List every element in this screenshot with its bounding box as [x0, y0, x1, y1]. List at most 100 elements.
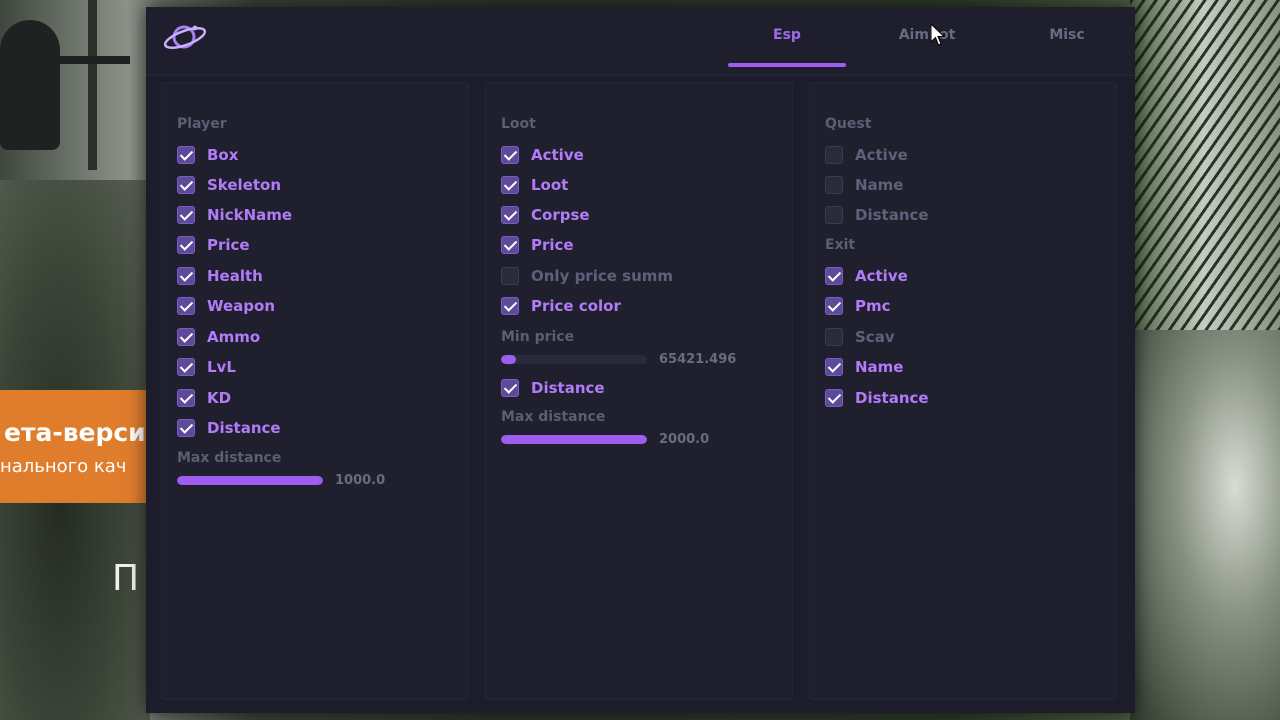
checkbox[interactable]	[501, 236, 519, 254]
checkbox[interactable]	[177, 389, 195, 407]
slider-track[interactable]	[501, 434, 647, 444]
checkbox-label: Active	[855, 267, 908, 285]
slider-track[interactable]	[501, 354, 647, 364]
planet-ring-icon	[163, 25, 207, 49]
background-blur-right	[1130, 330, 1280, 720]
checkbox-row-only-price-summ[interactable]: Only price summ	[501, 265, 673, 287]
checkbox-row-exit-distance[interactable]: Distance	[825, 387, 929, 409]
slider-label-max-distance: Max distance	[177, 450, 282, 466]
checkbox-label: Price	[207, 236, 250, 254]
checkbox-row-corpse[interactable]: Corpse	[501, 204, 590, 226]
checkbox[interactable]	[825, 389, 843, 407]
checkbox-row-exit-pmc[interactable]: Pmc	[825, 295, 891, 317]
checkbox[interactable]	[501, 297, 519, 315]
checkbox-label: Pmc	[855, 297, 891, 315]
checkbox-label: Price color	[531, 297, 621, 315]
checkbox[interactable]	[177, 358, 195, 376]
checkbox[interactable]	[177, 176, 195, 194]
slider-track[interactable]	[177, 475, 323, 485]
checkbox-row-distance[interactable]: Distance	[177, 417, 281, 439]
checkbox-label: LvL	[207, 358, 236, 376]
checkbox-label: Weapon	[207, 297, 276, 315]
checkbox[interactable]	[825, 328, 843, 346]
slider-label-min-price: Min price	[501, 329, 575, 345]
tab-misc[interactable]: Misc	[1008, 27, 1126, 43]
section-title-quest: Quest	[825, 116, 872, 132]
promo-line-1: ета-верси	[4, 418, 146, 447]
checkbox-row-nickname[interactable]: NickName	[177, 204, 292, 226]
checkbox-label: NickName	[207, 206, 293, 224]
checkbox-row-health[interactable]: Health	[177, 265, 263, 287]
background-letter: П	[112, 558, 140, 599]
checkbox[interactable]	[501, 379, 519, 397]
checkbox-row-weapon[interactable]: Weapon	[177, 295, 275, 317]
checkbox-label: Distance	[855, 389, 929, 407]
checkbox[interactable]	[177, 206, 195, 224]
checkbox-label: Name	[855, 176, 904, 194]
checkbox-row-price[interactable]: Price	[177, 234, 250, 256]
checkbox-row-exit-active[interactable]: Active	[825, 265, 908, 287]
checkbox[interactable]	[825, 146, 843, 164]
slider-loot-max-distance[interactable]: 2000.0	[501, 429, 709, 449]
tab-aimbot[interactable]: Aimbot	[868, 27, 986, 43]
checkbox-label: Name	[855, 358, 904, 376]
soldier-silhouette	[0, 20, 60, 150]
checkbox-row-loot[interactable]: Loot	[501, 174, 568, 196]
slider-label-loot-max-distance: Max distance	[501, 409, 606, 425]
checkbox[interactable]	[177, 146, 195, 164]
checkbox-row-exit-name[interactable]: Name	[825, 356, 903, 378]
checkbox[interactable]	[501, 176, 519, 194]
checkbox-row-ammo[interactable]: Ammo	[177, 326, 260, 348]
checkbox-row-exit-scav[interactable]: Scav	[825, 326, 895, 348]
checkbox-label: Scav	[855, 328, 895, 346]
checkbox[interactable]	[501, 267, 519, 285]
section-title-player: Player	[177, 116, 227, 132]
checkbox-label: Box	[207, 146, 239, 164]
checkbox-row-skeleton[interactable]: Skeleton	[177, 174, 281, 196]
menu-topbar: Esp Aimbot Misc	[146, 7, 1135, 76]
checkbox-row-loot-distance[interactable]: Distance	[501, 377, 605, 399]
checkbox[interactable]	[177, 297, 195, 315]
player-panel: Player Box Skeleton NickName Price Healt…	[161, 82, 469, 700]
slider-value: 65421.496	[659, 351, 737, 367]
checkbox-label: Corpse	[531, 206, 590, 224]
checkbox-row-price-color[interactable]: Price color	[501, 295, 621, 317]
checkbox[interactable]	[825, 358, 843, 376]
checkbox-row-box[interactable]: Box	[177, 144, 238, 166]
slider-min-price[interactable]: 65421.496	[501, 349, 736, 369]
checkbox-label: Active	[531, 146, 584, 164]
slider-fill	[501, 354, 516, 364]
checkbox[interactable]	[501, 146, 519, 164]
section-title-loot: Loot	[501, 116, 536, 132]
checkbox-label: Distance	[207, 419, 281, 437]
checkbox[interactable]	[825, 176, 843, 194]
checkbox[interactable]	[825, 206, 843, 224]
checkbox-label: Ammo	[207, 328, 261, 346]
slider-value: 2000.0	[659, 431, 710, 447]
promo-line-2: нального кач	[0, 456, 127, 477]
checkbox-row-quest-name[interactable]: Name	[825, 174, 903, 196]
mouse-cursor-icon	[930, 23, 946, 46]
pine-branches	[1130, 0, 1280, 330]
checkbox-label: Loot	[531, 176, 569, 194]
checkbox-row-loot-price[interactable]: Price	[501, 234, 574, 256]
checkbox-row-quest-active[interactable]: Active	[825, 144, 908, 166]
checkbox[interactable]	[825, 267, 843, 285]
checkbox[interactable]	[825, 297, 843, 315]
checkbox-row-kd[interactable]: KD	[177, 387, 231, 409]
checkbox-row-lvl[interactable]: LvL	[177, 356, 236, 378]
tab-esp[interactable]: Esp	[728, 27, 846, 43]
checkbox[interactable]	[177, 267, 195, 285]
checkbox-row-quest-distance[interactable]: Distance	[825, 204, 929, 226]
checkbox[interactable]	[177, 236, 195, 254]
checkbox-label: KD	[207, 389, 232, 407]
checkbox-row-loot-active[interactable]: Active	[501, 144, 584, 166]
checkbox-label: Skeleton	[207, 176, 282, 194]
checkbox[interactable]	[177, 328, 195, 346]
slider-max-distance[interactable]: 1000.0	[177, 470, 385, 490]
active-tab-indicator	[728, 63, 846, 67]
checkbox[interactable]	[501, 206, 519, 224]
checkbox[interactable]	[177, 419, 195, 437]
checkbox-label: Distance	[531, 379, 605, 397]
checkbox-label: Health	[207, 267, 263, 285]
